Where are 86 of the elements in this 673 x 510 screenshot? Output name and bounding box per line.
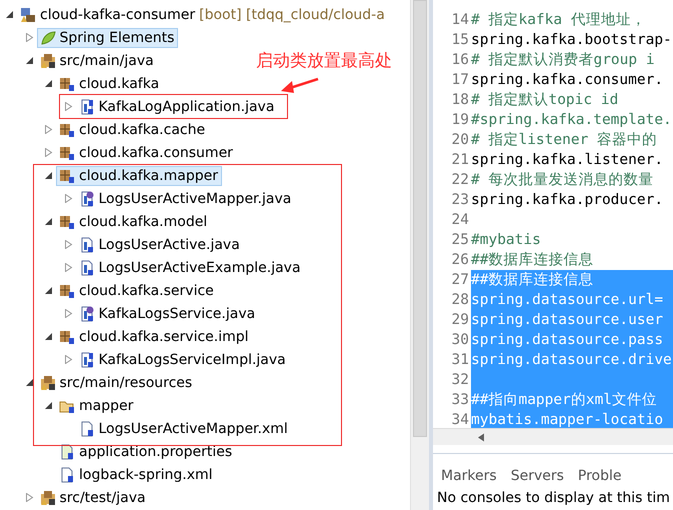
xml-icon: [78, 420, 94, 436]
tree-item[interactable]: LogsUserActive.java: [76, 234, 244, 254]
spring-icon: [40, 30, 56, 46]
package-icon: [59, 282, 75, 298]
line-number: 32: [450, 372, 470, 388]
package-icon: [59, 168, 75, 184]
tree-item[interactable]: mapper: [56, 396, 138, 416]
line-number: 23: [450, 192, 470, 208]
tree-item[interactable]: src/main/resources: [36, 372, 196, 392]
java-file-icon: [78, 236, 94, 252]
package-icon: [59, 144, 75, 160]
code-line: spring.kafka.bootstrap-: [471, 31, 673, 50]
tree-item[interactable]: LogsUserActiveExample.java: [76, 258, 305, 278]
java-class-icon: [78, 98, 94, 114]
line-number: 31: [450, 352, 470, 368]
line-number: 19: [450, 112, 470, 128]
annotation-arrow: [281, 78, 318, 93]
java-interface-icon: [78, 190, 94, 206]
tree-item[interactable]: cloud-kafka-consumer: [17, 4, 200, 24]
comment-line: # 指定kafka 代理地址，: [471, 10, 647, 30]
tree-item[interactable]: KafkaLogsServiceImpl.java: [76, 350, 290, 370]
line-number: 24: [450, 212, 470, 228]
code-line: spring.kafka.consumer.: [471, 71, 664, 90]
tree-item[interactable]: cloud.kafka.service: [56, 280, 218, 300]
line-number: 17: [450, 72, 470, 88]
tree-item[interactable]: cloud.kafka.mapper: [56, 166, 222, 186]
project-decoration: [boot] [tdqq_cloud/cloud-a: [199, 6, 385, 22]
line-number: 14: [450, 12, 470, 28]
line-number: 30: [450, 332, 470, 348]
tree-item[interactable]: application.properties: [56, 442, 236, 462]
line-number: 20: [450, 132, 470, 148]
tree-item[interactable]: cloud.kafka.service.impl: [56, 326, 253, 346]
panel-tab[interactable]: Markers: [441, 468, 497, 484]
line-number: 27: [450, 272, 470, 288]
package-icon: [59, 214, 75, 230]
tree-item[interactable]: src/main/java: [36, 50, 158, 70]
line-number: 25: [450, 232, 470, 248]
tree-item[interactable]: cloud.kafka.consumer: [56, 142, 237, 162]
source-folder-icon: [40, 490, 56, 506]
comment-line: # 每次批量发送消息的数量: [471, 171, 654, 190]
vertical-scrollbar[interactable]: [410, 0, 429, 510]
comment-line: #spring.kafka.template.: [471, 111, 673, 130]
line-number: 15: [450, 32, 470, 48]
comment-line: #mybatis: [471, 231, 542, 250]
comment-line: # 指定默认消费者group i: [471, 50, 656, 70]
line-number: 21: [450, 152, 470, 168]
project-icon: [20, 6, 36, 22]
annotation-text: 启动类放置最高处: [256, 50, 392, 72]
code-line: spring.kafka.producer.: [471, 191, 664, 210]
package-icon: [59, 122, 75, 138]
tree-item[interactable]: LogsUserActiveMapper.java: [76, 188, 296, 208]
code-line: spring.kafka.listener.: [471, 151, 664, 170]
tree-item[interactable]: LogsUserActiveMapper.xml: [76, 418, 292, 438]
comment-line: # 指定listener 容器中的: [471, 130, 658, 150]
java-file-icon: [78, 260, 94, 276]
comment-line: ##数据库连接信息: [471, 250, 594, 270]
tree-item[interactable]: cloud.kafka.cache: [56, 120, 210, 140]
line-number: 28: [450, 292, 470, 308]
comment-line: # 指定默认topic id: [471, 90, 620, 110]
line-number: 22: [450, 172, 470, 188]
line-number: 26: [450, 252, 470, 268]
tree-item[interactable]: cloud.kafka.model: [56, 212, 212, 232]
xml-icon: [59, 466, 75, 482]
console-message: No consoles to display at this tim: [436, 489, 671, 508]
line-number: 34: [450, 412, 470, 428]
tree-item[interactable]: logback-spring.xml: [56, 464, 217, 484]
line-number: 18: [450, 92, 470, 108]
line-number: 29: [450, 312, 470, 328]
package-icon: [59, 76, 75, 92]
panel-tab[interactable]: Servers: [510, 468, 564, 484]
scroll-left-icon[interactable]: [477, 432, 485, 442]
line-number: 16: [450, 52, 470, 68]
package-icon: [59, 328, 75, 344]
source-folder-icon: [40, 374, 56, 390]
tree-item[interactable]: KafkaLogsService.java: [76, 304, 260, 324]
properties-icon: [59, 444, 75, 460]
tree-item[interactable]: src/test/java: [36, 488, 150, 508]
source-folder-icon: [40, 52, 56, 68]
panel-tab[interactable]: Proble: [578, 468, 622, 484]
horizontal-scrollbar[interactable]: [433, 428, 673, 445]
tree-item[interactable]: cloud.kafka: [56, 74, 164, 94]
java-interface-icon: [78, 306, 94, 322]
tree-item[interactable]: KafkaLogApplication.java: [76, 96, 278, 116]
tree-item[interactable]: Spring Elements: [36, 28, 178, 48]
line-number: 33: [450, 392, 470, 408]
java-class-icon: [78, 352, 94, 368]
